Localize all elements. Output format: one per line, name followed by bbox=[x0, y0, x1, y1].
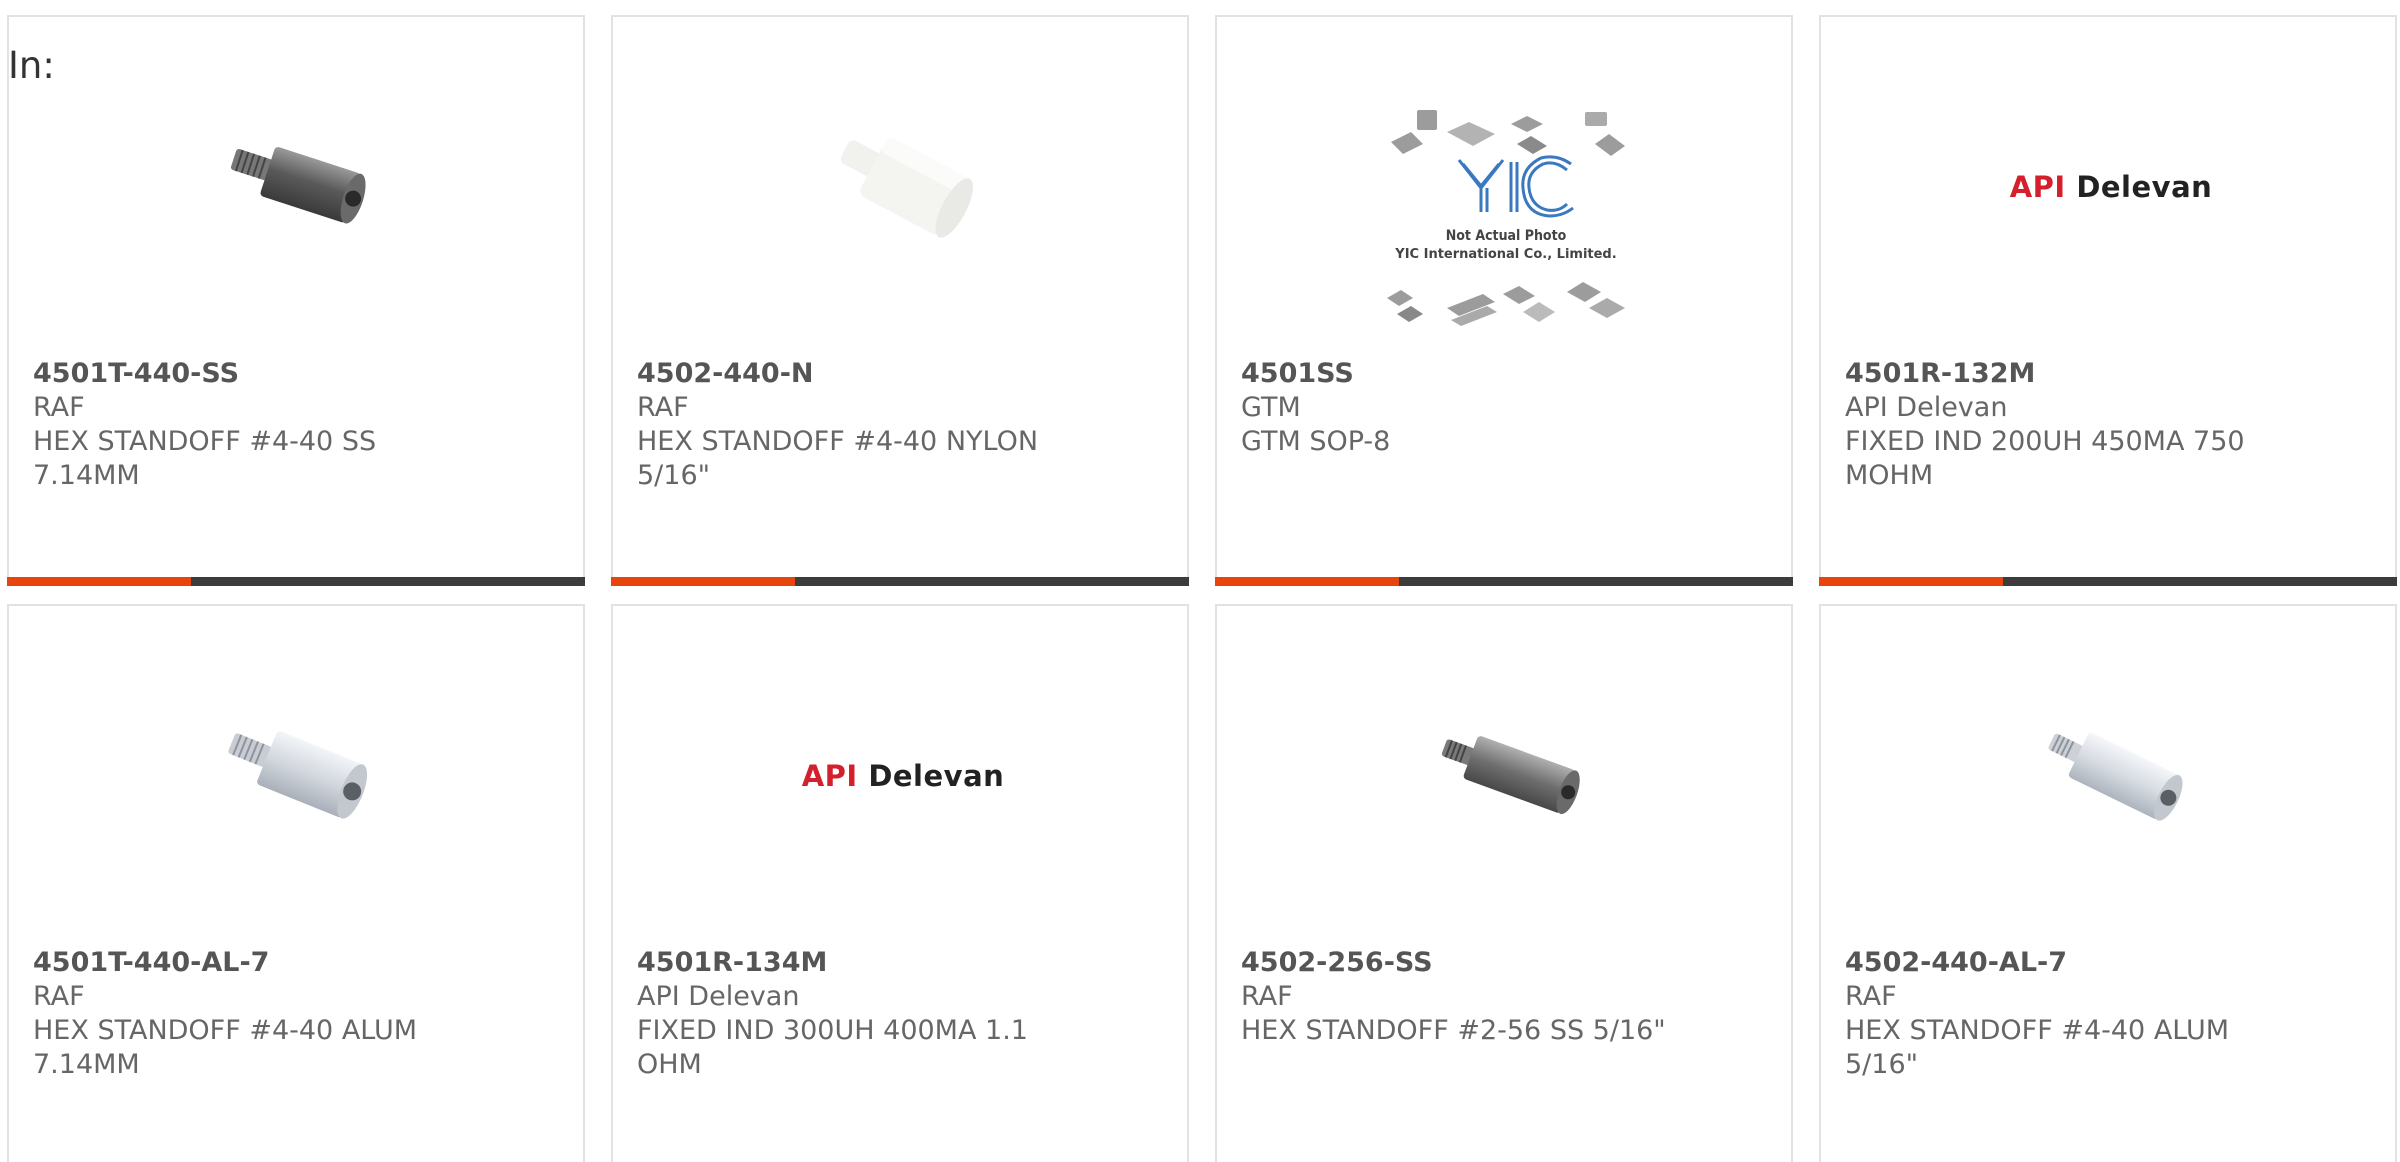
product-card[interactable]: Not Actual Photo YIC International Co., … bbox=[1215, 15, 1793, 586]
card-bottom-bar bbox=[7, 577, 585, 586]
part-number-link[interactable]: 4502-256-SS bbox=[1241, 946, 1721, 980]
product-info: 4501T-440-AL-7 RAF HEX STANDOFF #4-40 AL… bbox=[33, 946, 513, 1082]
placeholder-line-1: Not Actual Photo bbox=[1446, 228, 1567, 244]
part-number-link[interactable]: 4501R-132M bbox=[1845, 357, 2325, 391]
card-accent-bar bbox=[611, 577, 795, 586]
part-number-link[interactable]: 4502-440-N bbox=[637, 357, 1117, 391]
manufacturer: RAF bbox=[1241, 981, 1293, 1012]
manufacturer: GTM bbox=[1241, 392, 1301, 423]
product-info: 4501R-134M API Delevan FIXED IND 300UH 4… bbox=[637, 946, 1117, 1082]
logo-word-delevan: Delevan bbox=[868, 759, 1005, 793]
api-delevan-logo: API Delevan bbox=[1961, 87, 2261, 287]
description: FIXED IND 300UH 400MA 1.1 OHM bbox=[637, 1015, 1028, 1080]
description: HEX STANDOFF #4-40 ALUM 7.14MM bbox=[33, 1015, 418, 1080]
product-card[interactable]: 4502-256-SS RAF HEX STANDOFF #2-56 SS 5/… bbox=[1215, 604, 1793, 1162]
product-info: 4502-440-N RAF HEX STANDOFF #4-40 NYLON … bbox=[637, 357, 1117, 493]
product-info: 4501T-440-SS RAF HEX STANDOFF #4-40 SS 7… bbox=[33, 357, 513, 493]
product-info: 4501SS GTM GTM SOP-8 bbox=[1241, 357, 1721, 459]
description: HEX STANDOFF #2-56 SS 5/16" bbox=[1241, 1015, 1666, 1046]
product-card[interactable]: 4501T-440-SS RAF HEX STANDOFF #4-40 SS 7… bbox=[7, 15, 585, 586]
product-info: 4502-256-SS RAF HEX STANDOFF #2-56 SS 5/… bbox=[1241, 946, 1721, 1048]
part-number-link[interactable]: 4501R-134M bbox=[637, 946, 1117, 980]
manufacturer: API Delevan bbox=[637, 981, 800, 1012]
product-card[interactable]: API Delevan 4501R-134M API Delevan FIXED… bbox=[611, 604, 1189, 1162]
logo-word-api: API bbox=[801, 759, 858, 793]
steel-standoff-icon bbox=[1406, 676, 1606, 876]
card-bottom-bar bbox=[1215, 577, 1793, 586]
aluminum-standoff-icon bbox=[198, 676, 398, 876]
product-card[interactable]: 4502-440-N RAF HEX STANDOFF #4-40 NYLON … bbox=[611, 15, 1189, 586]
in-label: In: bbox=[8, 44, 55, 87]
product-card[interactable]: API Delevan 4501R-132M API Delevan FIXED… bbox=[1819, 15, 2397, 586]
part-number-link[interactable]: 4501T-440-SS bbox=[33, 357, 513, 391]
part-number-link[interactable]: 4501T-440-AL-7 bbox=[33, 946, 513, 980]
description: FIXED IND 200UH 450MA 750 MOHM bbox=[1845, 426, 2245, 491]
description: HEX STANDOFF #4-40 ALUM 5/16" bbox=[1845, 1015, 2230, 1080]
card-bottom-bar bbox=[611, 577, 1189, 586]
card-accent-bar bbox=[1819, 577, 2003, 586]
card-bottom-bar bbox=[1819, 577, 2397, 586]
aluminum-standoff-icon bbox=[2010, 676, 2210, 876]
part-number-link[interactable]: 4502-440-AL-7 bbox=[1845, 946, 2325, 980]
manufacturer: RAF bbox=[1845, 981, 1897, 1012]
nylon-standoff-icon bbox=[802, 87, 1002, 287]
steel-standoff-icon bbox=[198, 87, 398, 287]
logo-word-api: API bbox=[2009, 170, 2066, 204]
placeholder-line-2: YIC International Co., Limited. bbox=[1394, 247, 1616, 262]
product-info: 4501R-132M API Delevan FIXED IND 200UH 4… bbox=[1845, 357, 2325, 493]
product-grid-page: In: 4501T-440-SS RAF HEX STANDOFF #4-40 … bbox=[0, 0, 2400, 1162]
part-number-link[interactable]: 4501SS bbox=[1241, 357, 1721, 391]
description: HEX STANDOFF #4-40 SS 7.14MM bbox=[33, 426, 377, 491]
card-accent-bar bbox=[1215, 577, 1399, 586]
product-card[interactable]: 4502-440-AL-7 RAF HEX STANDOFF #4-40 ALU… bbox=[1819, 604, 2397, 1162]
manufacturer: RAF bbox=[637, 392, 689, 423]
manufacturer: API Delevan bbox=[1845, 392, 2008, 423]
manufacturer: RAF bbox=[33, 392, 85, 423]
description: GTM SOP-8 bbox=[1241, 426, 1391, 457]
product-info: 4502-440-AL-7 RAF HEX STANDOFF #4-40 ALU… bbox=[1845, 946, 2325, 1082]
placeholder-photo-icon: Not Actual Photo YIC International Co., … bbox=[1367, 97, 1645, 357]
product-card[interactable]: 4501T-440-AL-7 RAF HEX STANDOFF #4-40 AL… bbox=[7, 604, 585, 1162]
logo-word-delevan: Delevan bbox=[2076, 170, 2213, 204]
api-delevan-logo: API Delevan bbox=[753, 676, 1053, 876]
card-accent-bar bbox=[7, 577, 191, 586]
description: HEX STANDOFF #4-40 NYLON 5/16" bbox=[637, 426, 1039, 491]
manufacturer: RAF bbox=[33, 981, 85, 1012]
